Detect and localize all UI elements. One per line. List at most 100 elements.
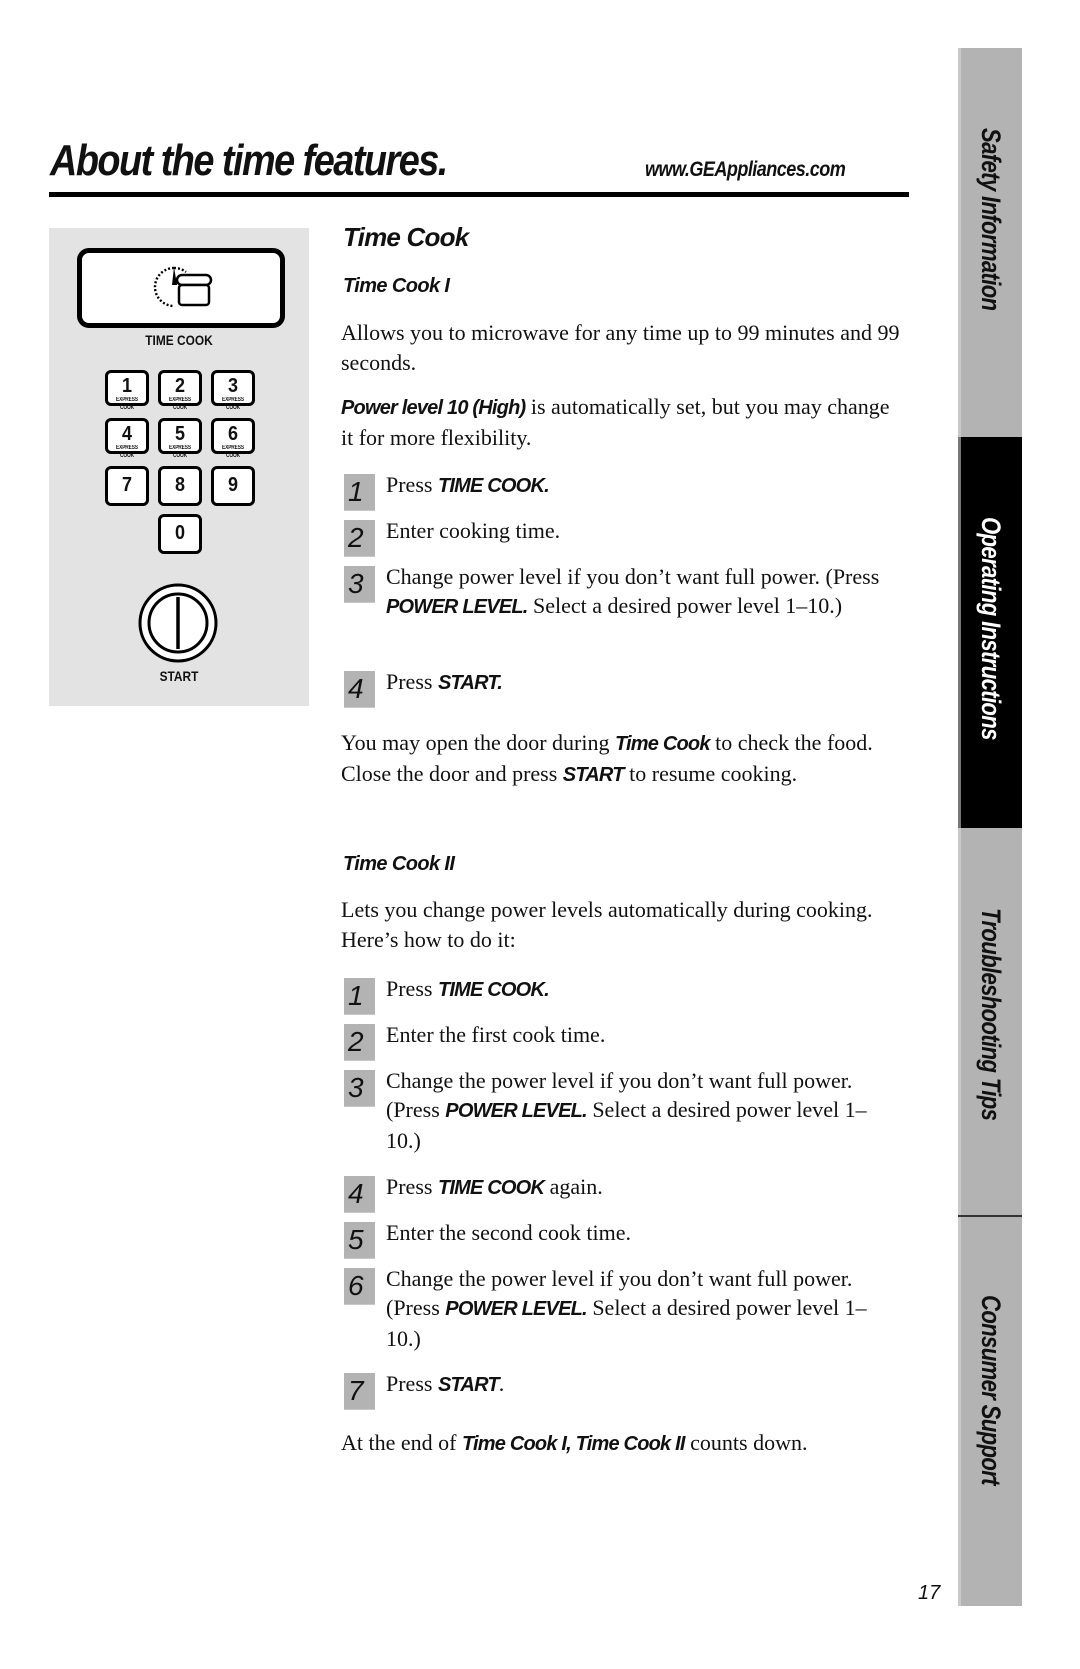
tab-label: Troubleshooting Tips: [975, 908, 1006, 1121]
key-number: 7: [121, 474, 133, 496]
time-cook-1-intro: Allows you to microwave for any time up …: [341, 320, 900, 375]
tab-operating-instructions[interactable]: Operating Instructions: [958, 437, 1022, 828]
step-text-plain: Press: [386, 669, 438, 694]
time-cook-1-heading: Time Cook I: [343, 275, 450, 297]
step-text: Change the power level if you don’t want…: [386, 1264, 896, 1353]
start-label: START: [159, 668, 199, 684]
time-cook-2-heading: Time Cook II: [343, 853, 455, 875]
step-number-badge: 3: [344, 566, 375, 603]
step-text-plain: Press: [386, 1174, 438, 1199]
step-text: Press TIME COOK again.: [386, 1172, 896, 1203]
tab-consumer-support[interactable]: Consumer Support: [958, 1215, 1022, 1606]
keypad-key-0: 0: [158, 514, 202, 554]
step-number-badge: 7: [344, 1373, 375, 1410]
step-text: Change power level if you don’t want ful…: [386, 562, 896, 622]
step-text-plain: .: [498, 1371, 505, 1396]
step-number-badge: 4: [344, 1176, 375, 1213]
keypad-key-8: 8: [158, 466, 202, 506]
step-text-plain: Enter the second cook time.: [386, 1220, 631, 1245]
key-number: 6: [227, 423, 239, 445]
step-number-badge: 5: [344, 1222, 375, 1259]
step-text-plain: Press: [386, 976, 438, 1001]
step-text-plain: Change power level if you don’t want ful…: [386, 564, 880, 589]
key-number: 4: [121, 423, 133, 445]
note-bold: Time Cook: [614, 733, 710, 755]
keypad-key-5: 5 EXPRESS COOK: [158, 418, 202, 459]
step-text: Change the power level if you don’t want…: [386, 1066, 896, 1155]
power-level-note: Power level 10 (High) is automatically s…: [341, 392, 901, 453]
step-number: 6: [348, 1270, 364, 1301]
time-cook-2-footer: At the end of Time Cook I, Time Cook II …: [341, 1428, 901, 1459]
step-number: 1: [348, 980, 364, 1011]
step-number: 4: [348, 1178, 364, 1209]
key-number: 3: [227, 375, 239, 397]
key-number: 8: [174, 474, 186, 496]
step-text-bold: TIME COOK.: [437, 475, 550, 497]
key-number: 2: [174, 375, 186, 397]
express-cook-label: EXPRESS COOK: [168, 445, 191, 459]
tab-label: Consumer Support: [975, 1295, 1006, 1485]
step-number: 5: [348, 1224, 364, 1255]
key-number: 9: [227, 474, 239, 496]
step-text-bold: START.: [437, 672, 503, 694]
tab-label: Operating Instructions: [975, 517, 1006, 740]
step-text-bold: TIME COOK: [437, 1177, 545, 1199]
keypad-key-4: 4 EXPRESS COOK: [105, 418, 149, 459]
express-cook-label: EXPRESS COOK: [168, 397, 191, 411]
note-text: You may open the door during: [341, 730, 615, 755]
step-text-plain: Enter cooking time.: [386, 518, 561, 543]
keypad-key-2: 2 EXPRESS COOK: [158, 370, 202, 411]
step-text-bold: POWER LEVEL.: [445, 1100, 587, 1122]
section-title: Time Cook: [343, 222, 469, 252]
keypad-key-7: 7: [105, 466, 149, 506]
express-cook-label: EXPRESS COOK: [221, 397, 244, 411]
key-number: 1: [121, 375, 133, 397]
time-cook-button: [77, 248, 285, 328]
step-text: Press TIME COOK.: [386, 470, 896, 501]
website-url[interactable]: www.GEAppliances.com: [645, 158, 846, 182]
step-text: Press TIME COOK.: [386, 974, 896, 1005]
tab-safety-information[interactable]: Safety Information: [958, 48, 1022, 437]
step-number-badge: 1: [344, 978, 375, 1015]
step-text-plain: Enter the first cook time.: [386, 1022, 606, 1047]
start-button-icon: [138, 583, 218, 663]
keypad-key-1: 1 EXPRESS COOK: [105, 370, 149, 411]
title-rule: [49, 192, 909, 197]
page-title: About the time features.: [50, 136, 448, 185]
step-number: 2: [348, 522, 364, 553]
clock-and-pot-icon: [153, 266, 213, 308]
step-number: 7: [348, 1375, 364, 1406]
footer-text: At the end of: [341, 1430, 462, 1455]
control-panel-illustration: TIME COOK 1 EXPRESS COOK 2 EXPRESS COOK 3 EXP…: [49, 228, 309, 706]
step-text-plain: Press: [386, 472, 438, 497]
step-number-badge: 2: [344, 520, 375, 557]
footer-bold: Time Cook I, Time Cook II: [461, 1433, 685, 1455]
step-text-bold: POWER LEVEL.: [386, 596, 528, 618]
keypad-key-3: 3 EXPRESS COOK: [211, 370, 255, 411]
step-number-badge: 2: [344, 1024, 375, 1061]
step-number: 2: [348, 1026, 364, 1057]
tab-divider: [958, 1215, 1022, 1217]
power-level-note-bold: Power level 10 (High): [341, 397, 526, 419]
note-bold: START: [562, 764, 625, 786]
keypad-key-6: 6 EXPRESS COOK: [211, 418, 255, 459]
keypad-key-9: 9: [211, 466, 255, 506]
step-text-bold: START: [437, 1374, 500, 1396]
express-cook-label: EXPRESS COOK: [115, 397, 138, 411]
step-text: Enter the first cook time.: [386, 1020, 896, 1051]
step-number: 1: [348, 476, 364, 507]
step-number-badge: 1: [344, 474, 375, 511]
step-number-badge: 4: [344, 671, 375, 708]
step-number: 3: [348, 568, 364, 599]
step-text: Press START.: [386, 667, 896, 698]
time-cook-1-note: You may open the door during Time Cook t…: [341, 728, 901, 790]
step-number-badge: 3: [344, 1070, 375, 1107]
footer-text: counts down.: [684, 1430, 808, 1455]
tab-troubleshooting-tips[interactable]: Troubleshooting Tips: [958, 828, 1022, 1215]
time-cook-2-intro: Lets you change power levels automatical…: [341, 897, 873, 952]
step-text-plain: Press: [386, 1371, 438, 1396]
key-number: 5: [174, 423, 186, 445]
step-text: Enter the second cook time.: [386, 1218, 896, 1249]
note-text: to resume cooking.: [623, 761, 798, 786]
step-text-bold: POWER LEVEL.: [445, 1298, 587, 1320]
